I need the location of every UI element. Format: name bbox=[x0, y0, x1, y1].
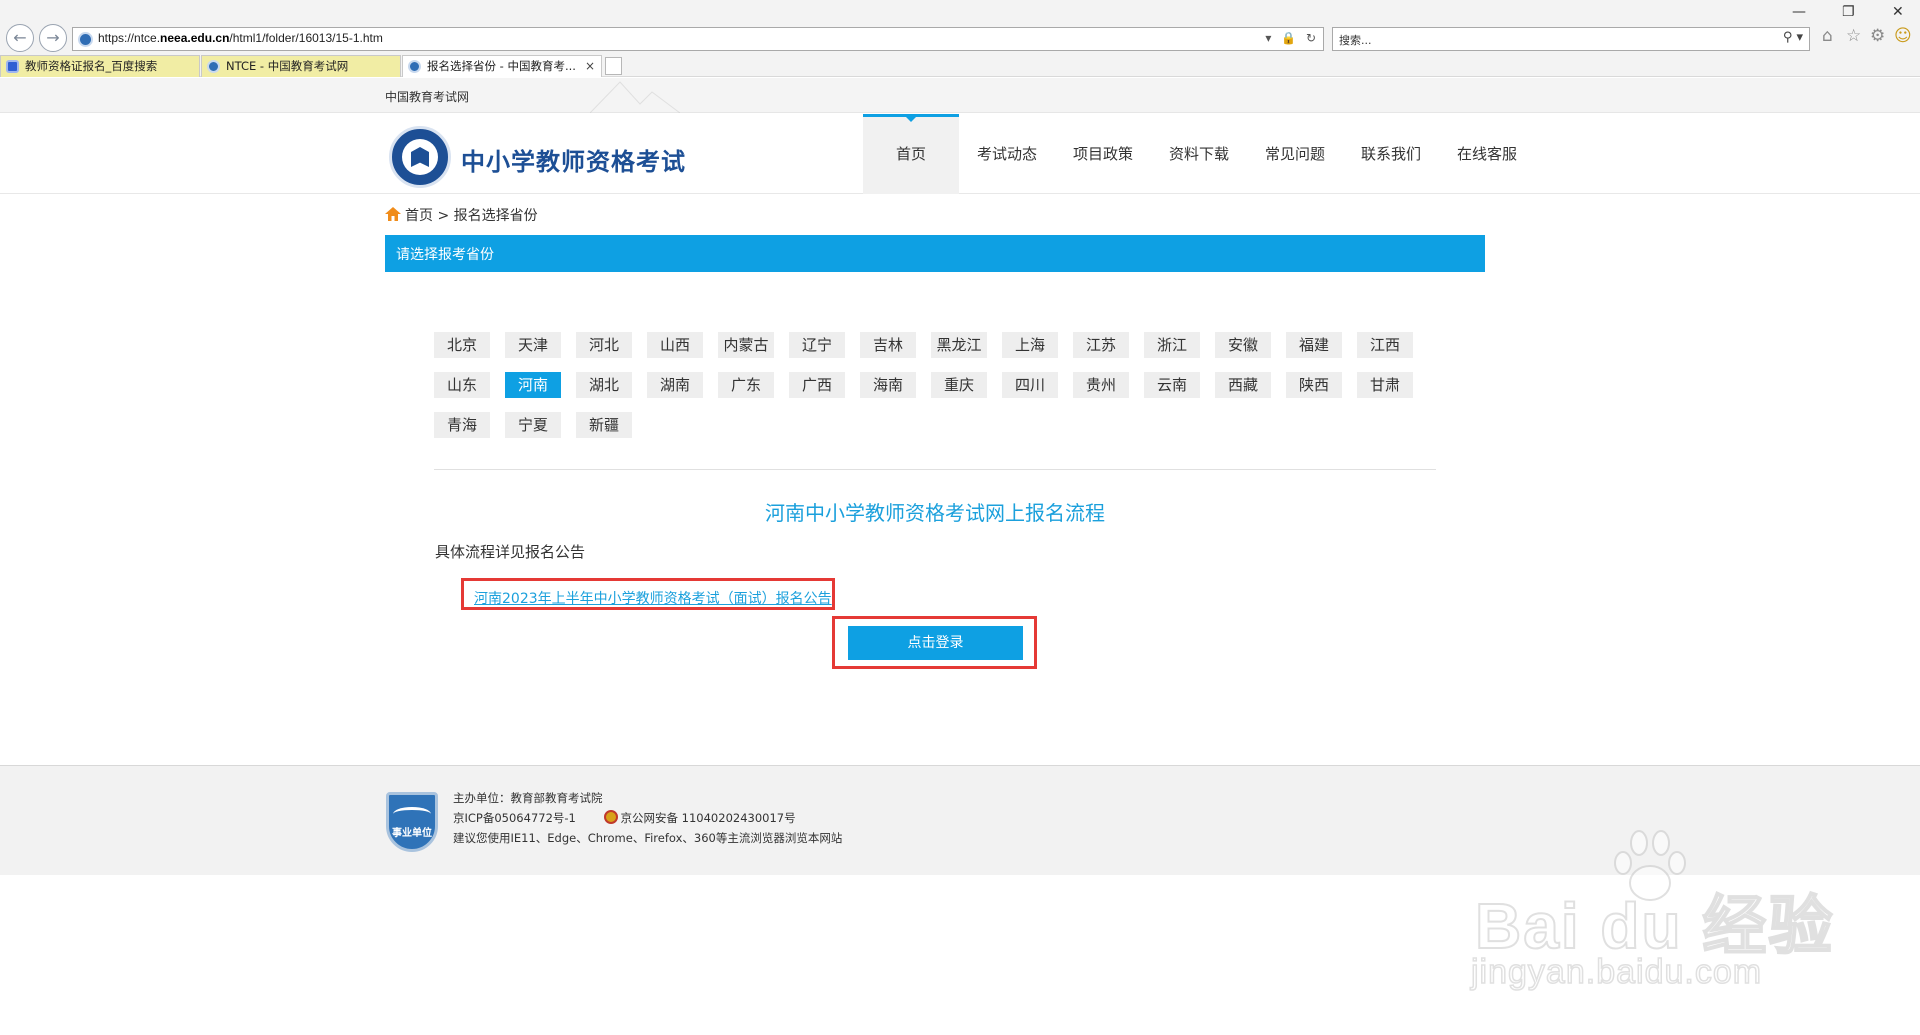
nav-online-service[interactable]: 在线客服 bbox=[1439, 114, 1535, 194]
province-button[interactable]: 福建 bbox=[1286, 332, 1342, 358]
breadcrumb-current: 报名选择省份 bbox=[453, 208, 538, 224]
police-record-link[interactable]: 京公网安备 11040202430017号 bbox=[621, 811, 796, 825]
tab-strip: 教师资格证报名_百度搜索 NTCE - 中国教育考试网 报名选择省份 - 中国教… bbox=[0, 55, 1920, 77]
back-button[interactable]: ← bbox=[6, 24, 34, 52]
search-placeholder: 搜索... bbox=[1339, 34, 1372, 47]
province-button[interactable]: 云南 bbox=[1144, 372, 1200, 398]
province-button[interactable]: 内蒙古 bbox=[718, 332, 774, 358]
badge-text: 事业单位 bbox=[392, 828, 432, 839]
nav-faq[interactable]: 常见问题 bbox=[1247, 114, 1343, 194]
forward-arrow-icon: → bbox=[46, 28, 60, 47]
tab-select-province[interactable]: 报名选择省份 - 中国教育考... × bbox=[402, 55, 602, 77]
public-institution-badge[interactable]: 事业单位 bbox=[386, 792, 438, 852]
province-button[interactable]: 四川 bbox=[1002, 372, 1058, 398]
baidu-icon bbox=[6, 60, 19, 73]
province-button[interactable]: 吉林 bbox=[860, 332, 916, 358]
province-button[interactable]: 陕西 bbox=[1286, 372, 1342, 398]
restore-button[interactable]: ❐ bbox=[1842, 4, 1855, 20]
province-button[interactable]: 北京 bbox=[434, 332, 490, 358]
back-arrow-icon: ← bbox=[13, 28, 27, 47]
badge-wave-icon bbox=[393, 807, 431, 821]
nav-policy[interactable]: 项目政策 bbox=[1055, 114, 1151, 194]
active-caret-icon bbox=[905, 116, 917, 122]
flow-title: 河南中小学教师资格考试网上报名流程 bbox=[765, 501, 1105, 525]
province-button[interactable]: 上海 bbox=[1002, 332, 1058, 358]
province-button[interactable]: 青海 bbox=[434, 412, 490, 438]
province-button[interactable]: 浙江 bbox=[1144, 332, 1200, 358]
address-bar[interactable]: https://ntce.neea.edu.cn/html1/folder/16… bbox=[72, 27, 1324, 51]
province-button[interactable]: 江西 bbox=[1357, 332, 1413, 358]
mountain-decoration bbox=[590, 81, 680, 113]
lock-refresh-icon[interactable]: ▾ 🔒 ↻ bbox=[1265, 31, 1319, 45]
province-button[interactable]: 辽宁 bbox=[789, 332, 845, 358]
nav-exam-news[interactable]: 考试动态 bbox=[959, 114, 1055, 194]
province-button[interactable]: 甘肃 bbox=[1357, 372, 1413, 398]
footer-registration-line: 京ICP备05064772号-1 京公网安备 11040202430017号 bbox=[453, 810, 796, 826]
province-button[interactable]: 海南 bbox=[860, 372, 916, 398]
province-button[interactable]: 广西 bbox=[789, 372, 845, 398]
flow-note: 具体流程详见报名公告 bbox=[435, 543, 586, 561]
globe-icon bbox=[207, 60, 220, 73]
nav-downloads[interactable]: 资料下载 bbox=[1151, 114, 1247, 194]
topbar-site-link[interactable]: 中国教育考试网 bbox=[385, 88, 469, 105]
home-icon bbox=[385, 207, 401, 221]
province-button[interactable]: 湖南 bbox=[647, 372, 703, 398]
site-header: 中小学教师资格考试 首页 考试动态 项目政策 资料下载 常见问题 联系我们 在线… bbox=[0, 114, 1920, 194]
browser-chrome: ← → https://ntce.neea.edu.cn/html1/folde… bbox=[0, 0, 1920, 77]
nav-home[interactable]: 首页 bbox=[863, 114, 959, 194]
province-button[interactable]: 贵州 bbox=[1073, 372, 1129, 398]
breadcrumb-home-link[interactable]: 首页 bbox=[405, 208, 433, 224]
tab-ntce[interactable]: NTCE - 中国教育考试网 bbox=[201, 55, 401, 77]
site-logo-emblem[interactable] bbox=[389, 126, 451, 188]
browser-search-box[interactable]: 搜索... ⚲ ▾ bbox=[1332, 27, 1810, 51]
province-button[interactable]: 天津 bbox=[505, 332, 561, 358]
baidu-jingyan-watermark: Bai du 经验 jingyan.baidu.com bbox=[1465, 825, 1845, 995]
login-button[interactable]: 点击登录 bbox=[848, 626, 1023, 660]
province-button[interactable]: 山西 bbox=[647, 332, 703, 358]
footer-browser-tip: 建议您使用IE11、Edge、Chrome、Firefox、360等主流浏览器浏… bbox=[453, 831, 843, 845]
section-title: 请选择报考省份 bbox=[396, 247, 494, 263]
url-text: https://ntce.neea.edu.cn/html1/folder/16… bbox=[98, 31, 383, 45]
breadcrumb: 首页 > 报名选择省份 bbox=[385, 205, 538, 225]
site-logo-title[interactable]: 中小学教师资格考试 bbox=[461, 142, 686, 177]
province-button[interactable]: 江苏 bbox=[1073, 332, 1129, 358]
settings-gear-icon[interactable]: ⚙ bbox=[1870, 26, 1885, 46]
province-button[interactable]: 广东 bbox=[718, 372, 774, 398]
forward-button[interactable]: → bbox=[39, 24, 67, 52]
footer-sponsor: 主办单位：教育部教育考试院 bbox=[453, 791, 603, 805]
search-icon[interactable]: ⚲ ▾ bbox=[1783, 30, 1803, 45]
close-window-button[interactable]: ✕ bbox=[1892, 4, 1904, 20]
province-button[interactable]: 重庆 bbox=[931, 372, 987, 398]
province-button[interactable]: 山东 bbox=[434, 372, 490, 398]
favorites-star-icon[interactable]: ☆ bbox=[1846, 26, 1861, 46]
divider bbox=[434, 469, 1436, 470]
province-button[interactable]: 河南 bbox=[505, 372, 561, 398]
breadcrumb-separator: > bbox=[433, 208, 454, 224]
nav-contact[interactable]: 联系我们 bbox=[1343, 114, 1439, 194]
new-tab-button[interactable] bbox=[605, 57, 622, 75]
globe-icon bbox=[408, 60, 421, 73]
province-button[interactable]: 黑龙江 bbox=[931, 332, 987, 358]
province-button[interactable]: 西藏 bbox=[1215, 372, 1271, 398]
close-tab-icon[interactable]: × bbox=[585, 56, 595, 77]
notice-link[interactable]: 河南2023年上半年中小学教师资格考试（面试）报名公告 bbox=[474, 588, 832, 608]
police-badge-icon bbox=[603, 810, 618, 824]
icp-link[interactable]: 京ICP备05064772号-1 bbox=[453, 811, 576, 825]
home-icon[interactable]: ⌂ bbox=[1822, 26, 1833, 46]
minimize-button[interactable]: — bbox=[1792, 4, 1806, 20]
watermark-url-text: jingyan.baidu.com bbox=[1470, 952, 1763, 992]
site-favicon-icon bbox=[78, 32, 93, 47]
tab-baidu-search[interactable]: 教师资格证报名_百度搜索 bbox=[0, 55, 200, 77]
feedback-smiley-icon[interactable]: ☺ bbox=[1894, 26, 1912, 46]
province-button[interactable]: 新疆 bbox=[576, 412, 632, 438]
province-button[interactable]: 安徽 bbox=[1215, 332, 1271, 358]
province-button[interactable]: 宁夏 bbox=[505, 412, 561, 438]
section-header-bar: 请选择报考省份 bbox=[385, 235, 1485, 272]
province-button[interactable]: 湖北 bbox=[576, 372, 632, 398]
province-button[interactable]: 河北 bbox=[576, 332, 632, 358]
site-topbar: 中国教育考试网 bbox=[0, 78, 1920, 113]
